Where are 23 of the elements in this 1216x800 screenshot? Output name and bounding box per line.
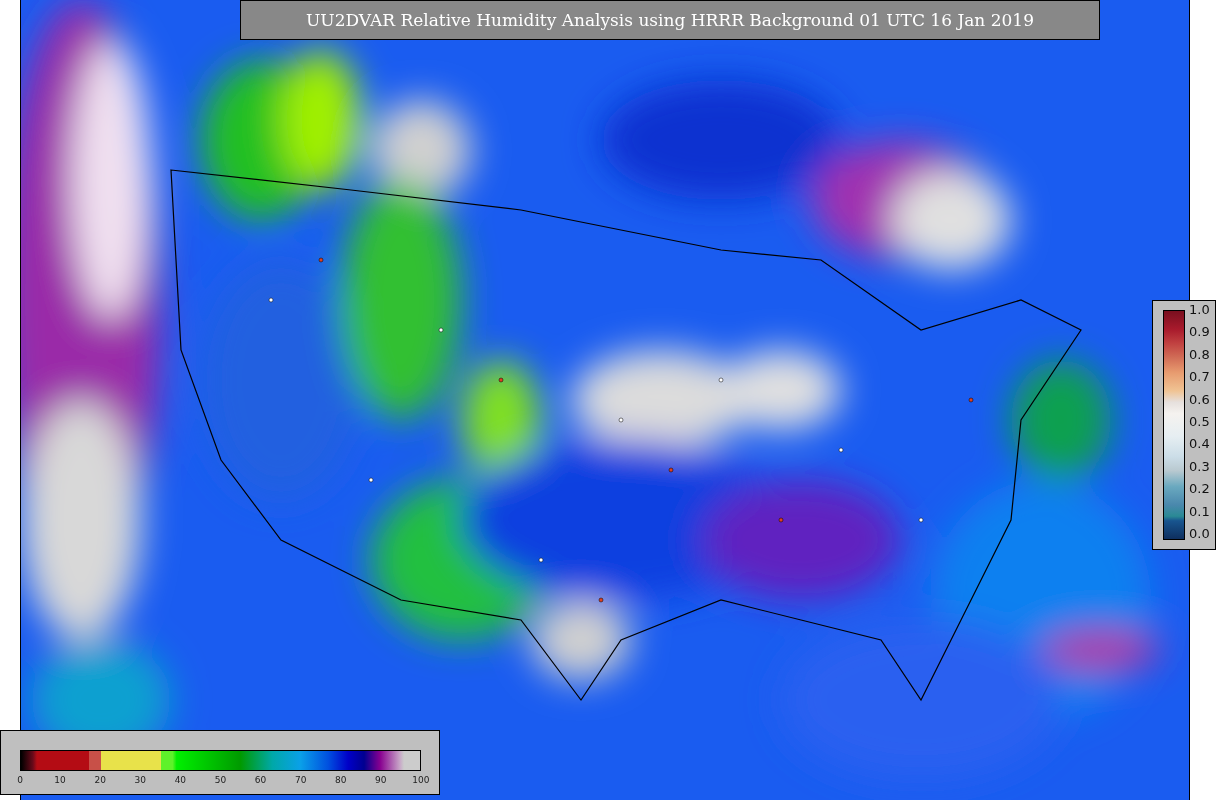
tick-label: 40 bbox=[173, 775, 188, 785]
tick-label: 0.1 bbox=[1189, 503, 1210, 520]
tick-label: 0.5 bbox=[1189, 413, 1210, 430]
tick-label: 0 bbox=[16, 775, 24, 785]
tick-label: 0.7 bbox=[1189, 369, 1210, 386]
tick-label: 0.8 bbox=[1189, 346, 1210, 363]
map-title: UU2DVAR Relative Humidity Analysis using HRRR Background 01 UTC 16 Jan 2019 bbox=[240, 0, 1100, 40]
tick-label: 0.4 bbox=[1189, 436, 1210, 453]
tick-label: 60 bbox=[253, 775, 268, 785]
tick-label: 0.2 bbox=[1189, 481, 1210, 498]
tick-label: 80 bbox=[334, 775, 348, 785]
tick-label: 50 bbox=[213, 775, 228, 785]
tick-label: 0.9 bbox=[1189, 324, 1210, 341]
tick-label: 30 bbox=[133, 775, 147, 785]
tick-label: 100 bbox=[411, 775, 431, 785]
tick-label: 0.6 bbox=[1189, 391, 1210, 408]
tick-label: 0.0 bbox=[1189, 525, 1210, 542]
tick-label: 0.3 bbox=[1189, 458, 1210, 475]
tick-label: 10 bbox=[53, 775, 67, 785]
tick-label: 20 bbox=[93, 775, 107, 785]
tick-label: 1.0 bbox=[1189, 302, 1210, 318]
tick-label: 90 bbox=[374, 775, 388, 785]
tick-label: 70 bbox=[293, 775, 308, 785]
